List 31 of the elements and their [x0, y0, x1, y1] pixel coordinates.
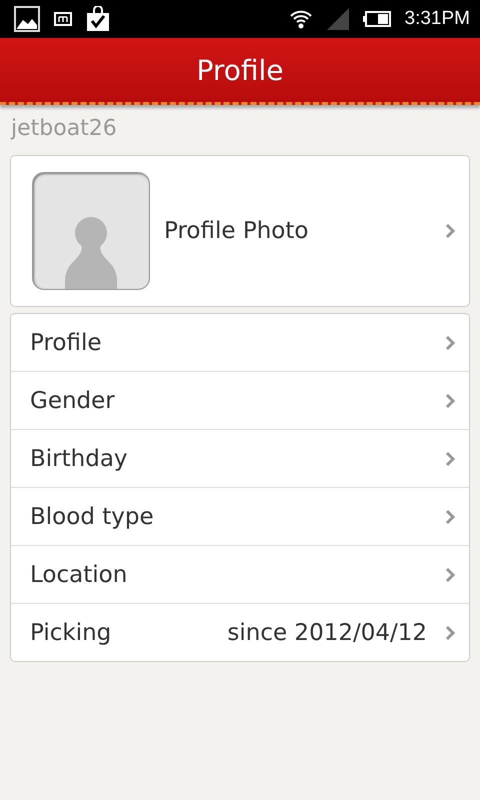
settings-row[interactable]: Location	[11, 545, 469, 603]
wifi-icon	[288, 9, 313, 29]
chevron-icon	[445, 334, 455, 350]
settings-row[interactable]: Gender	[11, 371, 469, 429]
row-label: Picking	[30, 620, 112, 646]
chevron-icon	[445, 566, 455, 582]
status-time: 3:31PM	[404, 8, 470, 30]
signal-icon	[326, 8, 349, 30]
settings-row[interactable]: Birthday	[11, 429, 469, 487]
chevron-icon	[445, 508, 455, 524]
keyboard-icon	[54, 12, 72, 26]
settings-row[interactable]: Profile	[11, 314, 469, 371]
row-value: since 2012/04/12	[227, 620, 427, 646]
settings-row[interactable]: Picking since 2012/04/12	[11, 603, 469, 661]
username: jetboat26	[10, 115, 118, 141]
row-label: Profile Photo	[164, 218, 310, 244]
row-label: Location	[30, 562, 128, 588]
chevron-icon	[445, 450, 455, 466]
row-label: Gender	[30, 388, 116, 414]
chevron-icon	[445, 624, 455, 640]
photo-card[interactable]: Profile Photo	[10, 155, 470, 307]
shopping-bag-icon	[86, 6, 110, 32]
row-label: Birthday	[30, 446, 129, 472]
row-label: Profile	[30, 330, 103, 356]
settings-row[interactable]: Blood type	[11, 487, 469, 545]
picture-icon	[14, 6, 40, 32]
screen-title: Profile	[196, 54, 284, 86]
row-label: Blood type	[30, 504, 155, 530]
chevron-icon	[445, 223, 455, 239]
battery-icon	[362, 11, 391, 27]
chevron-icon	[445, 392, 455, 408]
